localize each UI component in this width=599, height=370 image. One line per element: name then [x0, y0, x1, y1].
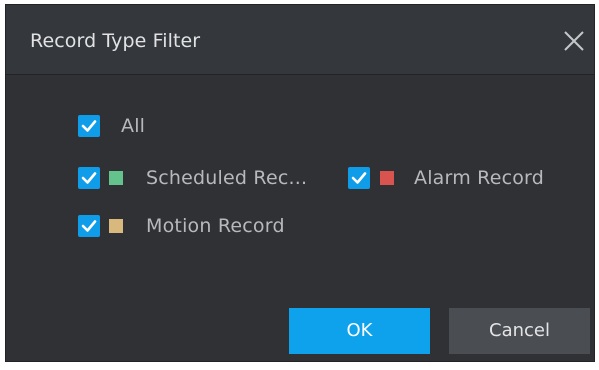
scheduled-record-color-swatch — [109, 171, 123, 185]
close-icon[interactable] — [560, 27, 588, 55]
all-checkbox[interactable] — [78, 115, 100, 137]
all-label: All — [121, 115, 146, 137]
dialog-body: All Scheduled Rec... Alarm Record Motion… — [6, 75, 594, 363]
cancel-button[interactable]: Cancel — [449, 308, 590, 354]
alarm-record-label: Alarm Record — [414, 167, 544, 189]
alarm-record-color-swatch — [380, 171, 394, 185]
dialog-title: Record Type Filter — [30, 30, 201, 52]
motion-record-checkbox[interactable] — [78, 215, 100, 237]
checkmark-icon — [81, 172, 97, 184]
checkmark-icon — [81, 220, 97, 232]
dialog-titlebar: Record Type Filter — [6, 5, 594, 75]
motion-record-label: Motion Record — [146, 215, 285, 237]
record-type-filter-dialog: Record Type Filter All Scheduled Rec... — [5, 4, 595, 362]
scheduled-record-checkbox[interactable] — [78, 167, 100, 189]
alarm-record-checkbox[interactable] — [348, 167, 370, 189]
checkmark-icon — [351, 172, 367, 184]
checkmark-icon — [81, 120, 97, 132]
ok-button[interactable]: OK — [289, 308, 430, 354]
motion-record-color-swatch — [109, 219, 123, 233]
scheduled-record-label: Scheduled Rec... — [146, 167, 308, 189]
